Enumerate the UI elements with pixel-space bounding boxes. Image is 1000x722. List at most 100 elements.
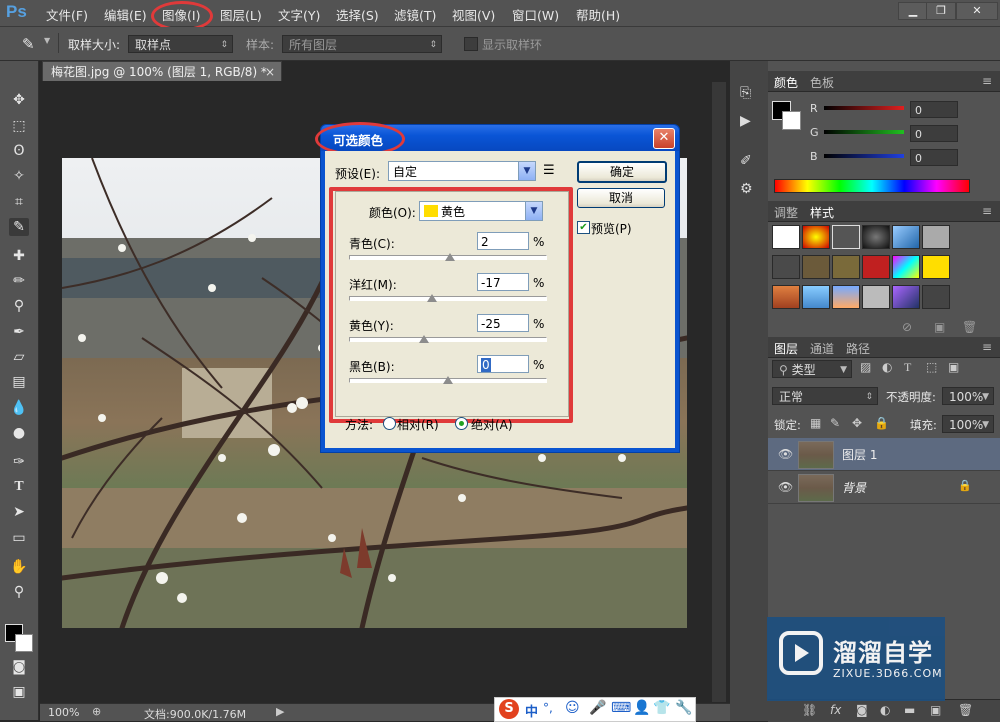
sample-select[interactable]: 所有图层 ⇕ <box>282 35 442 53</box>
hand-tool-icon[interactable]: ✋ <box>9 558 29 576</box>
wrench-icon[interactable]: 🔧 <box>675 700 692 716</box>
green-value[interactable]: 0 <box>910 125 958 142</box>
green-slider[interactable] <box>824 130 904 134</box>
adjustment-layer-icon[interactable]: ◐ <box>880 703 890 717</box>
opacity-input[interactable]: 100% ▼ <box>942 387 994 405</box>
new-style-icon[interactable]: ▣ <box>934 320 945 334</box>
menu-edit[interactable]: 编辑(E) <box>104 5 147 24</box>
voice-icon[interactable]: 🎤 <box>589 700 606 716</box>
dodge-tool-icon[interactable]: ● <box>9 424 29 442</box>
minimize-button[interactable]: ▁ <box>898 2 928 20</box>
add-mask-icon[interactable]: ◙ <box>856 703 868 717</box>
menu-filter[interactable]: 滤镜(T) <box>394 5 436 24</box>
panel-menu-icon[interactable]: ≡ <box>982 340 992 354</box>
panel-menu-icon[interactable]: ≡ <box>982 204 992 218</box>
ok-button[interactable]: 确定 <box>577 161 667 183</box>
brush-tool-icon[interactable]: ✏ <box>9 272 29 290</box>
skin-icon[interactable]: 👕 <box>653 700 670 716</box>
tab-swatches[interactable]: 色板 <box>810 74 834 91</box>
show-ring-checkbox[interactable] <box>464 37 478 51</box>
tab-color[interactable]: 颜色 <box>774 74 798 91</box>
style-swatch[interactable] <box>832 285 860 309</box>
filter-type-icon[interactable]: T <box>904 360 911 375</box>
emoji-icon[interactable]: ☺ <box>565 700 580 716</box>
menu-type[interactable]: 文字(Y) <box>278 5 320 24</box>
menu-view[interactable]: 视图(V) <box>452 5 495 24</box>
crop-tool-icon[interactable]: ⌗ <box>9 193 29 211</box>
dialog-close-icon[interactable]: ✕ <box>653 128 675 149</box>
style-swatch[interactable] <box>922 285 950 309</box>
delete-layer-icon[interactable]: 🗑 <box>958 703 973 717</box>
zoom-tool-icon[interactable]: ⚲ <box>9 583 29 601</box>
style-swatch[interactable] <box>862 255 890 279</box>
color-bg-swatch[interactable] <box>782 111 801 130</box>
visibility-eye-icon[interactable]: 👁 <box>778 480 793 494</box>
dialog-titlebar[interactable]: 可选颜色 ✕ <box>315 122 679 156</box>
gradient-tool-icon[interactable]: ▤ <box>9 373 29 391</box>
menu-help[interactable]: 帮助(H) <box>576 5 620 24</box>
style-swatch[interactable] <box>802 225 830 249</box>
tab-paths[interactable]: 路径 <box>846 340 870 357</box>
layer-fx-icon[interactable]: fx <box>830 703 841 717</box>
fill-input[interactable]: 100% ▼ <box>942 415 994 433</box>
filter-smart-icon[interactable]: ▣ <box>948 360 959 374</box>
link-layers-icon[interactable]: ⛓ <box>802 703 817 717</box>
filter-shape-icon[interactable]: ⬚ <box>926 360 937 374</box>
relative-radio[interactable] <box>383 417 396 430</box>
layer-filter-select[interactable]: ⚲ 类型 ▼ <box>772 360 852 378</box>
menu-select[interactable]: 选择(S) <box>336 5 379 24</box>
style-swatch[interactable] <box>772 285 800 309</box>
style-swatch[interactable] <box>892 255 920 279</box>
preview-checkbox[interactable]: ✔ <box>577 221 590 234</box>
document-tab[interactable]: 梅花图.jpg @ 100% (图层 1, RGB/8) * × <box>42 61 282 81</box>
stamp-tool-icon[interactable]: ⚲ <box>9 297 29 315</box>
type-tool-icon[interactable]: T <box>9 478 29 496</box>
sogou-logo-icon[interactable]: S <box>499 699 519 719</box>
delete-style-icon[interactable]: 🗑 <box>962 320 977 334</box>
visibility-eye-icon[interactable]: 👁 <box>778 447 793 461</box>
blur-tool-icon[interactable]: 💧 <box>9 399 29 417</box>
restore-button[interactable]: ❐ <box>926 2 956 20</box>
screen-mode-icon[interactable]: ▣ <box>9 683 29 701</box>
user-icon[interactable]: 👤 <box>633 700 650 716</box>
close-tab-icon[interactable]: × <box>265 62 275 82</box>
preset-options-icon[interactable]: ☰ <box>543 163 555 178</box>
style-swatch[interactable] <box>832 255 860 279</box>
style-swatch[interactable] <box>772 255 800 279</box>
filter-pixel-icon[interactable]: ▨ <box>860 360 871 374</box>
brush-panel-icon[interactable]: ✐ <box>740 153 752 169</box>
path-select-tool-icon[interactable]: ➤ <box>9 503 29 521</box>
panel-menu-icon[interactable]: ≡ <box>982 74 992 88</box>
blue-slider[interactable] <box>824 154 904 158</box>
pen-tool-icon[interactable]: ✑ <box>9 453 29 471</box>
quick-select-tool-icon[interactable]: ✧ <box>9 167 29 185</box>
style-swatch[interactable] <box>922 225 950 249</box>
clear-style-icon[interactable]: ⊘ <box>902 320 912 334</box>
shape-tool-icon[interactable]: ▭ <box>9 529 29 547</box>
eyedropper-tool-icon[interactable]: ✎ <box>9 218 29 236</box>
history-brush-tool-icon[interactable]: ✒ <box>9 323 29 341</box>
lock-all-icon[interactable]: 🔒 <box>874 416 889 430</box>
absolute-radio[interactable] <box>455 417 468 430</box>
menu-layer[interactable]: 图层(L) <box>220 5 262 24</box>
color-spectrum-bar[interactable] <box>774 179 970 193</box>
eyedropper-tool-icon[interactable]: ✎ <box>22 35 35 53</box>
layer-row-selected[interactable]: 👁 图层 1 <box>768 438 1000 471</box>
style-swatch[interactable] <box>922 255 950 279</box>
brush-presets-icon[interactable]: ⚙ <box>740 181 753 197</box>
layer-row[interactable]: 👁 背景 🔒 <box>768 471 1000 504</box>
lock-position-icon[interactable]: ✥ <box>852 416 862 430</box>
lasso-tool-icon[interactable]: ʘ <box>9 142 29 160</box>
marquee-tool-icon[interactable]: ⬚ <box>9 117 29 135</box>
tab-adjustments[interactable]: 调整 <box>774 204 798 221</box>
history-panel-icon[interactable]: ⎘ <box>740 85 751 101</box>
preset-select[interactable]: 自定 ▼ <box>388 161 536 181</box>
status-arrow-icon[interactable]: ▶ <box>276 705 284 718</box>
tab-channels[interactable]: 通道 <box>810 340 834 357</box>
style-swatch[interactable] <box>892 225 920 249</box>
blend-mode-select[interactable]: 正常 ⇕ <box>772 387 878 405</box>
vertical-scrollbar[interactable] <box>712 82 726 702</box>
new-group-icon[interactable]: ▬ <box>904 703 915 717</box>
zoom-level[interactable]: 100% <box>48 706 79 719</box>
quick-mask-icon[interactable]: ◙ <box>9 658 29 676</box>
